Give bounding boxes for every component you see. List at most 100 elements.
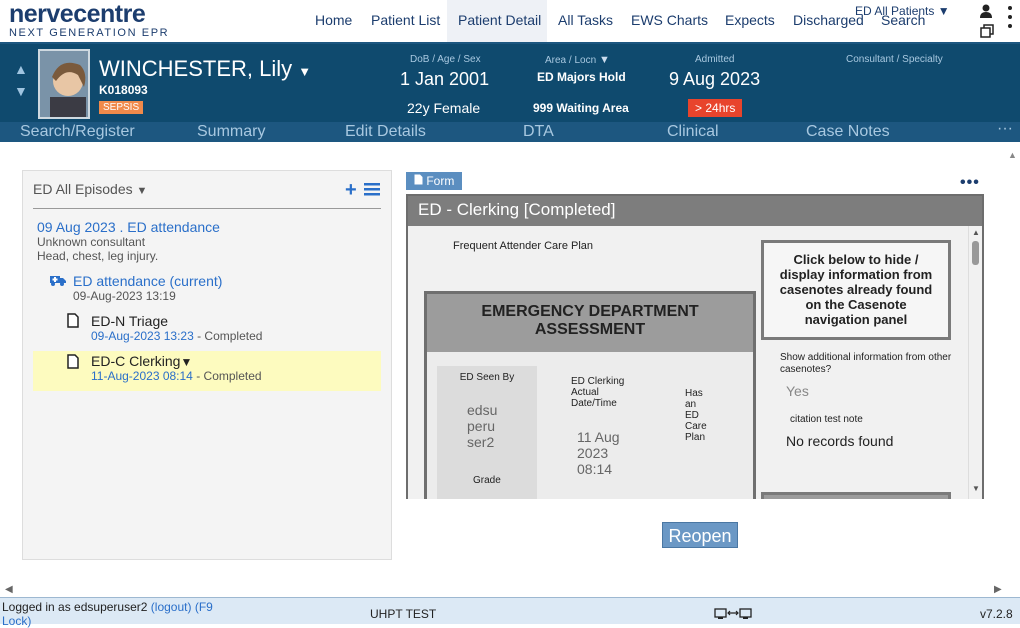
site-name: UHPT TEST (370, 607, 437, 621)
all-patients-label: ED All Patients (855, 4, 935, 18)
nav-ews-charts[interactable]: EWS Charts (631, 12, 708, 28)
area-label[interactable]: Area / Locn ▼ (545, 54, 610, 66)
citation-value: No records found (786, 433, 894, 449)
patient-banner: ▲ ▼ WINCHESTER, Lily ▼ K018093 SEPSIS Do… (0, 44, 1020, 122)
episode-list-menu-icon[interactable] (364, 182, 381, 196)
patient-id: K018093 (99, 83, 148, 97)
form-scrollbar[interactable]: ▲ ▼ (968, 226, 982, 499)
form-document-icon (414, 174, 423, 185)
show-info-value[interactable]: Yes (786, 383, 809, 399)
seen-by-label: ED Seen By (459, 372, 515, 383)
document-icon (67, 313, 79, 328)
add-episode-icon[interactable]: + (345, 179, 357, 201)
location-value: 999 Waiting Area (533, 101, 629, 115)
subnav-clinical[interactable]: Clinical (667, 123, 719, 141)
user-icon[interactable] (980, 4, 992, 18)
status-bar: Logged in as edsuperuser2 (logout) (F9 L… (0, 597, 1020, 628)
logout-link[interactable]: (logout) (151, 600, 192, 614)
citation-label: citation test note (790, 414, 863, 425)
clerking-time-value[interactable]: 11 Aug 2023 08:14 (577, 429, 621, 477)
episodes-caret-icon: ▼ (136, 185, 148, 197)
patient-menu-caret-icon: ▼ (298, 64, 312, 79)
episode-consultant: Unknown consultant (37, 235, 146, 249)
nav-discharged[interactable]: Discharged (793, 12, 864, 28)
area-caret-icon: ▼ (598, 54, 610, 66)
reopen-button[interactable]: Reopen (662, 522, 738, 548)
assessment-section: EMERGENCY DEPARTMENT ASSESSMENT ED Seen … (424, 291, 756, 499)
seen-by-value[interactable]: edsu peru ser2 (467, 402, 507, 450)
form-content: Frequent Attender Care Plan Click below … (408, 226, 968, 499)
info-toggle-box[interactable]: Click below to hide / display informatio… (761, 240, 951, 340)
note-title: ED-C Clerking▼ (91, 353, 193, 369)
area-value: ED Majors Hold (537, 70, 626, 84)
page-scroll-up-icon[interactable]: ▲ (1008, 150, 1017, 160)
all-patients-dropdown[interactable]: ED All Patients ▼ (855, 4, 950, 18)
subnav-dta[interactable]: DTA (523, 123, 554, 141)
grade-label: Grade (473, 475, 501, 486)
patient-nav-arrows[interactable]: ▲ ▼ (14, 58, 28, 102)
episode-title[interactable]: 09 Aug 2023 . ED attendance (37, 219, 220, 235)
logged-in-text: Logged in as edsuperuser2 (2, 600, 148, 614)
episodes-dropdown[interactable]: ED All Episodes ▼ (33, 181, 147, 197)
dob-label: DoB / Age / Sex (410, 54, 481, 65)
form-title: ED - Clerking [Completed] (418, 200, 616, 219)
attendance-date: 09-Aug-2023 13:19 (73, 289, 176, 303)
scroll-down-icon[interactable]: ▼ (972, 484, 980, 493)
top-bar: nervecentre NEXT GENERATION EPR Home Pat… (0, 0, 1020, 44)
dropdown-caret-icon: ▼ (937, 4, 950, 18)
nav-patient-detail[interactable]: Patient Detail (458, 12, 541, 28)
attendance-title[interactable]: ED attendance (current) (73, 273, 222, 289)
scroll-right-icon[interactable]: ▶ (994, 584, 1002, 595)
nav-patient-list[interactable]: Patient List (371, 12, 440, 28)
page-horizontal-scrollbar[interactable]: ◀ ▶ (0, 583, 1020, 597)
clerking-time-label: ED Clerking Actual Date/Time (571, 376, 625, 409)
nav-all-tasks[interactable]: All Tasks (558, 12, 613, 28)
patient-photo (38, 49, 90, 119)
copy-windows-icon[interactable] (980, 24, 994, 38)
form-more-icon[interactable]: ••• (960, 174, 980, 192)
care-plan-text: Frequent Attender Care Plan (453, 240, 594, 252)
ambulance-icon (50, 276, 66, 286)
note-status: - Completed (196, 369, 262, 383)
form-button[interactable]: Form (406, 172, 463, 190)
admitted-label: Admitted (695, 54, 735, 65)
sepsis-badge: SEPSIS (99, 101, 144, 114)
note-status: - Completed (197, 329, 263, 343)
episodes-panel: ED All Episodes ▼ + 09 Aug 2023 . ED att… (22, 170, 392, 560)
nav-expects[interactable]: Expects (725, 12, 775, 28)
info-box-text: Click below to hide / display informatio… (779, 252, 933, 327)
note-title: ED-N Triage (91, 313, 169, 329)
admitted-value: 9 Aug 2023 (669, 69, 761, 89)
care-plan-label: Has an ED Care Plan (685, 388, 707, 443)
nervecentre-logo: nervecentre NEXT GENERATION EPR (9, 2, 169, 40)
scroll-up-icon[interactable]: ▲ (972, 228, 980, 237)
logo-name: nervecentre (9, 0, 146, 28)
divider (33, 208, 381, 209)
show-info-label: Show additional information from other c… (780, 352, 952, 375)
next-patient-icon[interactable]: ▼ (14, 80, 28, 102)
subnav-search-register[interactable]: Search/Register (20, 123, 135, 141)
subnav-case-notes[interactable]: Case Notes (806, 123, 890, 141)
vertical-more-icon[interactable] (1008, 6, 1012, 28)
previous-patient-icon[interactable]: ▲ (14, 58, 28, 80)
scroll-thumb[interactable] (972, 241, 979, 265)
screen-switch-icon[interactable] (714, 608, 752, 620)
form-button-label: Form (426, 174, 455, 188)
patient-subnav: Search/Register Summary Edit Details DTA… (0, 120, 1020, 142)
scroll-left-icon[interactable]: ◀ (5, 584, 13, 595)
document-icon (67, 354, 79, 369)
age-sex-value: 22y Female (407, 100, 481, 116)
note-row-clerking[interactable]: ED-C Clerking▼ 11-Aug-2023 08:14 - Compl… (33, 351, 381, 391)
patient-name[interactable]: WINCHESTER, Lily ▼ (99, 56, 311, 82)
form-frame: ED - Clerking [Completed] Frequent Atten… (406, 194, 984, 499)
assessment-heading: EMERGENCY DEPARTMENT ASSESSMENT (427, 294, 753, 352)
subnav-summary[interactable]: Summary (197, 123, 265, 141)
note-date: 09-Aug-2023 13:23 (91, 329, 194, 343)
subnav-edit-details[interactable]: Edit Details (345, 123, 426, 141)
episode-complaint: Head, chest, leg injury. (37, 249, 159, 263)
dob-value: 1 Jan 2001 (400, 69, 490, 89)
note-date: 11-Aug-2023 08:14 (91, 369, 193, 383)
consultant-label: Consultant / Specialty (846, 54, 943, 65)
subnav-more-icon[interactable]: ··· (997, 120, 1013, 138)
nav-home[interactable]: Home (315, 12, 352, 28)
